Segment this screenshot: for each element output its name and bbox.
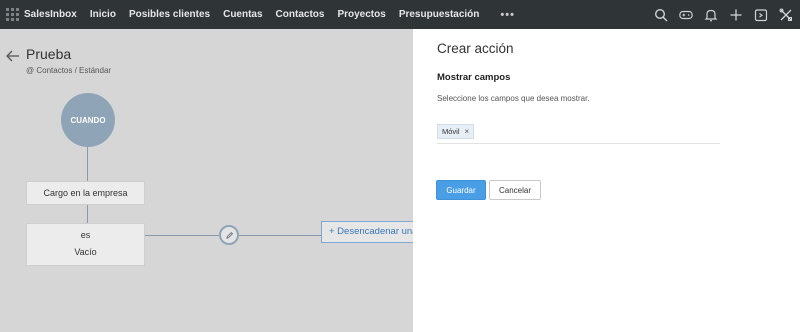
gamepad-icon[interactable] [678,7,694,23]
nav-item-inicio[interactable]: Inicio [90,9,116,20]
pencil-icon [225,231,233,239]
condition-node[interactable]: es Vacío [26,223,145,266]
app-menu-icon[interactable] [6,8,20,22]
workflow-canvas: Prueba @ Contactos / Estándar CUANDO Car… [0,29,421,332]
fields-select-input[interactable]: Móvil × [437,121,720,144]
nav-item-contactos[interactable]: Contactos [276,9,325,20]
top-nav-bar: SalesInbox Inicio Posibles clientes Cuen… [0,0,800,29]
main-nav: SalesInbox Inicio Posibles clientes Cuen… [24,9,515,21]
bell-icon[interactable] [703,7,719,23]
nav-item-posibles-clientes[interactable]: Posibles clientes [129,9,210,20]
condition-operator: es [80,230,91,240]
nav-more-button[interactable]: ••• [500,9,515,21]
field-tag-label: Móvil [442,127,460,136]
nav-item-proyectos[interactable]: Proyectos [337,9,385,20]
add-trigger-button[interactable]: + Desencadenar una [321,221,421,243]
nav-item-presupuestacion[interactable]: Presupuestación [399,9,480,20]
search-icon[interactable] [653,7,669,23]
nav-item-cuentas[interactable]: Cuentas [223,9,262,20]
save-button[interactable]: Guardar [436,180,486,200]
condition-value: Vacío [74,247,97,257]
back-arrow-icon[interactable] [6,49,20,62]
when-node[interactable]: CUANDO [61,93,115,147]
top-icon-group [644,0,794,29]
connector-line [239,235,321,236]
cancel-button[interactable]: Cancelar [489,180,541,200]
field-tag: Móvil × [437,124,475,139]
plus-icon[interactable] [728,7,744,23]
calendar-icon[interactable] [753,7,769,23]
connector-line [87,205,88,223]
edit-condition-button[interactable] [219,225,239,245]
section-title: Mostrar campos [437,72,511,83]
breadcrumb: @ Contactos / Estándar [26,66,112,75]
panel-title: Crear acción [437,41,514,56]
page-title: Prueba [26,46,72,62]
nav-item-salesinbox[interactable]: SalesInbox [24,9,77,20]
remove-tag-icon[interactable]: × [465,127,470,136]
tools-icon[interactable] [778,7,794,23]
section-hint: Seleccione los campos que desea mostrar. [437,94,590,103]
connector-line [87,147,88,181]
field-node[interactable]: Cargo en la empresa [26,181,145,205]
connector-line [145,235,219,236]
create-action-panel: Crear acción Mostrar campos Seleccione l… [413,29,800,332]
